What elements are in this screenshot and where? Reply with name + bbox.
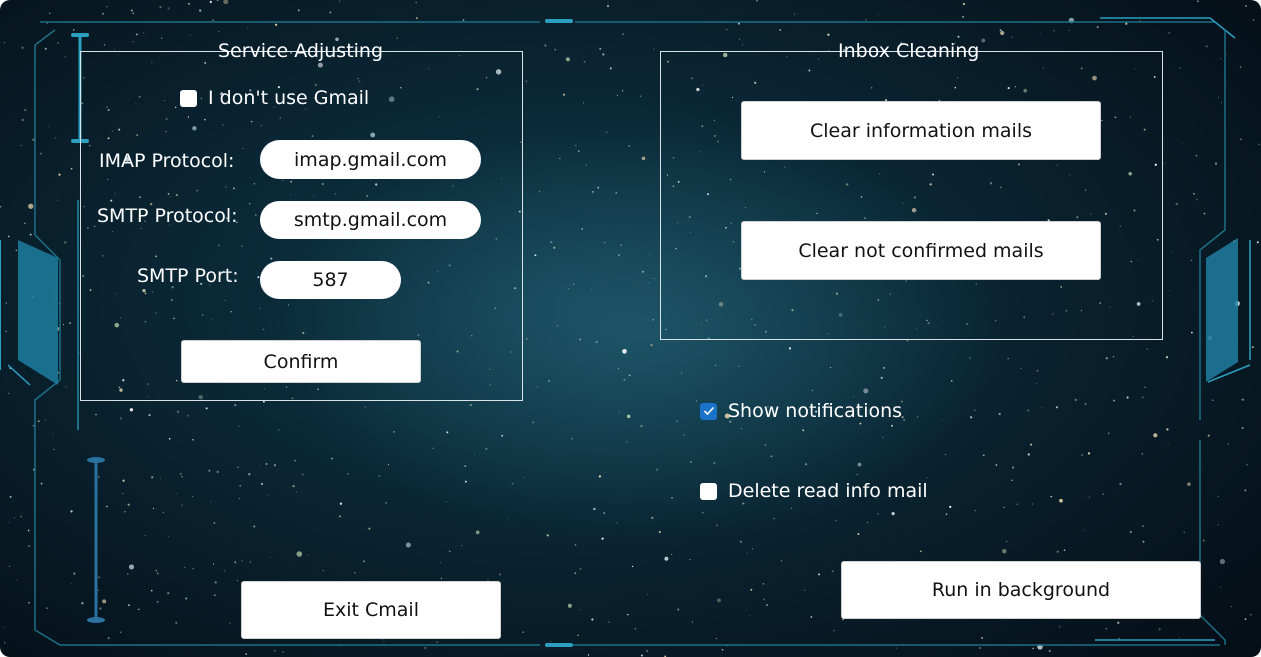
show-notifications-checkbox[interactable]: Show notifications bbox=[700, 400, 902, 422]
smtp-protocol-label: SMTP Protocol: bbox=[97, 205, 238, 227]
no-gmail-checkbox-box[interactable] bbox=[180, 89, 197, 107]
run-in-background-button[interactable]: Run in background bbox=[841, 561, 1201, 619]
exit-cmail-button[interactable]: Exit Cmail bbox=[241, 581, 501, 639]
check-mark-icon bbox=[703, 406, 714, 416]
clear-information-mails-button[interactable]: Clear information mails bbox=[741, 101, 1101, 160]
smtp-port-input[interactable] bbox=[260, 261, 401, 299]
app-window: Service Adjusting I don't use Gmail IMAP… bbox=[0, 0, 1261, 657]
smtp-port-label: SMTP Port: bbox=[137, 265, 239, 287]
inbox-cleaning-group: Inbox Cleaning bbox=[660, 40, 1163, 340]
delete-read-info-label: Delete read info mail bbox=[728, 480, 928, 502]
service-adjusting-title: Service Adjusting bbox=[218, 40, 384, 62]
delete-read-info-checkbox[interactable]: Delete read info mail bbox=[700, 480, 928, 502]
delete-read-info-checkbox-box[interactable] bbox=[700, 482, 717, 500]
no-gmail-checkbox[interactable]: I don't use Gmail bbox=[180, 87, 369, 109]
imap-protocol-label: IMAP Protocol: bbox=[99, 150, 235, 172]
inbox-cleaning-title: Inbox Cleaning bbox=[838, 40, 980, 62]
imap-protocol-input[interactable] bbox=[260, 140, 481, 179]
no-gmail-label: I don't use Gmail bbox=[208, 87, 370, 109]
smtp-protocol-input[interactable] bbox=[260, 201, 481, 239]
show-notifications-label: Show notifications bbox=[728, 400, 903, 422]
confirm-button[interactable]: Confirm bbox=[181, 340, 421, 383]
show-notifications-checkbox-box[interactable] bbox=[700, 402, 717, 420]
clear-not-confirmed-mails-button[interactable]: Clear not confirmed mails bbox=[741, 221, 1101, 280]
